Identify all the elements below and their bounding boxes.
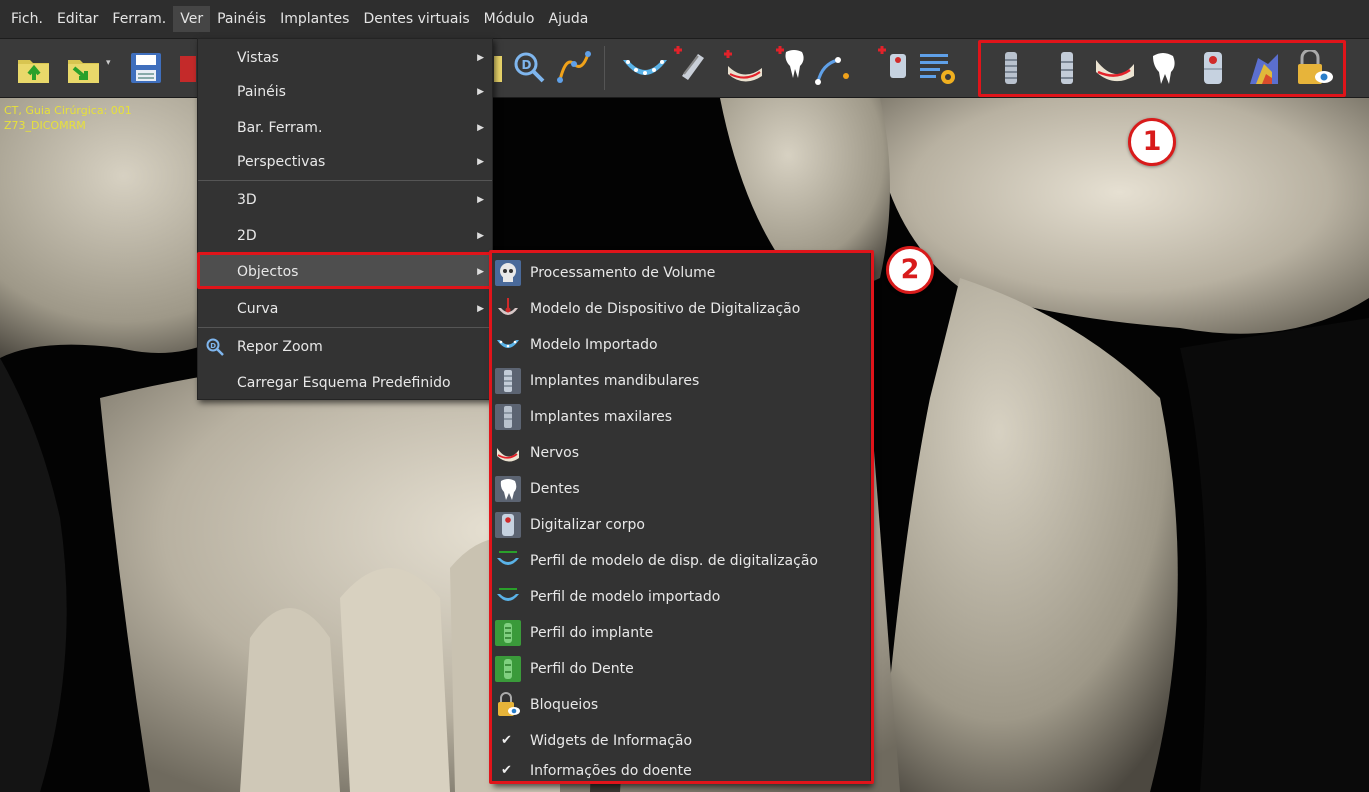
- ver-item-vistas[interactable]: Vistas ▶: [198, 41, 492, 75]
- close-document-icon[interactable]: [180, 50, 196, 86]
- ver-item-label: Carregar Esquema Predefinido: [237, 375, 451, 391]
- menu-ver[interactable]: Ver: [173, 6, 211, 32]
- viewport-info-line1: CT, Guia Cirúrgica: 001: [4, 104, 132, 117]
- add-curve-point-icon[interactable]: [814, 50, 850, 86]
- submenu-arrow-icon: ▶: [477, 231, 484, 241]
- curve-draw-icon[interactable]: [556, 50, 592, 86]
- ver-item-2d[interactable]: 2D ▶: [198, 219, 492, 253]
- arch-model-icon[interactable]: [620, 50, 670, 86]
- menu-paineis[interactable]: Painéis: [210, 6, 273, 32]
- add-scanbody-icon[interactable]: [876, 44, 912, 80]
- menu-modulo[interactable]: Módulo: [477, 6, 542, 32]
- viewport-info-line2: Z73_DICOMRM: [4, 119, 86, 132]
- ver-item-carregar-esquema[interactable]: Carregar Esquema Predefinido: [198, 366, 492, 400]
- add-nerve-icon[interactable]: [722, 50, 766, 86]
- highlight-objectos-item: [197, 252, 492, 289]
- save-icon[interactable]: [128, 50, 164, 86]
- menu-separator: [198, 180, 492, 181]
- menu-dentes-virtuais[interactable]: Dentes virtuais: [356, 6, 476, 32]
- highlight-box-1: [978, 40, 1346, 97]
- add-implant-icon[interactable]: [672, 44, 708, 80]
- ver-item-label: 2D: [237, 228, 257, 244]
- annotation-badge-1: 1: [1128, 118, 1176, 166]
- svg-text:D: D: [210, 342, 216, 350]
- ver-item-label: 3D: [237, 192, 257, 208]
- ver-item-repor-zoom[interactable]: D Repor Zoom: [198, 330, 492, 364]
- ver-item-label: Curva: [237, 301, 279, 317]
- menubar: Fich. Editar Ferram. Ver Painéis Implant…: [0, 0, 1369, 38]
- ver-item-paineis[interactable]: Painéis ▶: [198, 75, 492, 109]
- menu-editar[interactable]: Editar: [50, 6, 105, 32]
- annotation-badge-2: 2: [886, 246, 934, 294]
- ver-item-bar-ferram[interactable]: Bar. Ferram. ▶: [198, 111, 492, 145]
- submenu-arrow-icon: ▶: [477, 53, 484, 63]
- menu-ferram[interactable]: Ferram.: [105, 6, 173, 32]
- submenu-arrow-icon: ▶: [477, 123, 484, 133]
- menu-implantes[interactable]: Implantes: [273, 6, 356, 32]
- menu-separator: [198, 327, 492, 328]
- ver-item-label: Painéis: [237, 84, 286, 100]
- svg-text:D: D: [522, 58, 532, 72]
- ver-item-label: Bar. Ferram.: [237, 120, 323, 136]
- ver-dropdown-menu: Vistas ▶ Painéis ▶ Bar. Ferram. ▶ Perspecti…: [197, 38, 493, 400]
- settings-list-icon[interactable]: [918, 50, 958, 86]
- reset-zoom-icon[interactable]: D: [512, 50, 548, 86]
- ver-item-3d[interactable]: 3D ▶: [198, 183, 492, 217]
- submenu-arrow-icon: ▶: [477, 304, 484, 314]
- ver-item-label: Repor Zoom: [237, 339, 323, 355]
- highlight-box-2: [489, 250, 874, 784]
- document-edge-icon: [494, 56, 502, 82]
- import-folder-icon[interactable]: [66, 50, 102, 86]
- ver-item-label: Perspectivas: [237, 154, 326, 170]
- submenu-arrow-icon: ▶: [477, 157, 484, 167]
- toolbar-separator: [604, 46, 605, 90]
- submenu-arrow-icon: ▶: [477, 195, 484, 205]
- menu-ajuda[interactable]: Ajuda: [542, 6, 596, 32]
- submenu-arrow-icon: ▶: [477, 87, 484, 97]
- menu-fich[interactable]: Fich.: [4, 6, 50, 32]
- add-tooth-icon[interactable]: [774, 44, 810, 80]
- dropdown-arrow-icon[interactable]: ▾: [106, 58, 111, 68]
- ver-item-label: Vistas: [237, 50, 279, 66]
- reset-zoom-icon: D: [206, 338, 224, 356]
- ver-item-perspectivas[interactable]: Perspectivas ▶: [198, 145, 492, 179]
- open-folder-icon[interactable]: [16, 50, 52, 86]
- ver-item-curva[interactable]: Curva ▶: [198, 292, 492, 326]
